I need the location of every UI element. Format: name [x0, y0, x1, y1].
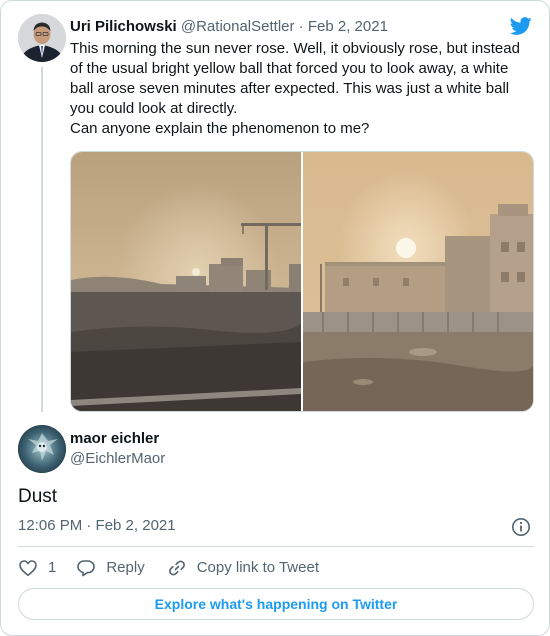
reply-bubble-icon [77, 560, 96, 577]
thread-connector-line [41, 67, 43, 412]
reply-display-name[interactable]: maor eichler [70, 429, 159, 449]
parent-date[interactable]: Feb 2, 2021 [308, 18, 388, 35]
heart-icon [19, 560, 37, 576]
tweet-media-grid[interactable] [70, 151, 534, 412]
actions-divider [18, 546, 534, 547]
info-icon[interactable] [511, 517, 531, 537]
link-icon [168, 560, 185, 576]
reply-tweet-text: Dust [18, 486, 58, 507]
like-count: 1 [48, 559, 57, 576]
parent-handle[interactable]: @RationalSettler [181, 18, 295, 35]
parent-display-name[interactable]: Uri Pilichowski [70, 18, 177, 35]
twitter-bird-icon[interactable] [509, 15, 533, 37]
parent-header: Uri Pilichowski @RationalSettler · Feb 2… [70, 17, 388, 37]
parent-tweet-text: This morning the sun never rose. Well, i… [70, 40, 520, 137]
reply-timestamp[interactable]: 12:06 PM · Feb 2, 2021 [18, 516, 176, 536]
header-separator: · [298, 18, 304, 35]
copy-link-label: Copy link to Tweet [196, 559, 319, 576]
like-button[interactable]: 1 [18, 557, 56, 579]
explore-twitter-button[interactable]: Explore what's happening on Twitter [18, 588, 534, 620]
embedded-tweet-card: Uri Pilichowski @RationalSettler · Feb 2… [0, 0, 550, 636]
tweet-photo-1[interactable] [71, 152, 301, 411]
reply-button[interactable]: Reply [76, 557, 145, 579]
reply-avatar[interactable] [18, 425, 66, 473]
copy-link-button[interactable]: Copy link to Tweet [167, 557, 319, 579]
tweet-actions: 1 Reply Copy link to Tweet [18, 557, 319, 579]
reply-handle[interactable]: @EichlerMaor [70, 449, 165, 469]
parent-avatar[interactable] [18, 14, 66, 62]
tweet-photo-2[interactable] [303, 152, 533, 411]
reply-label: Reply [106, 559, 145, 576]
